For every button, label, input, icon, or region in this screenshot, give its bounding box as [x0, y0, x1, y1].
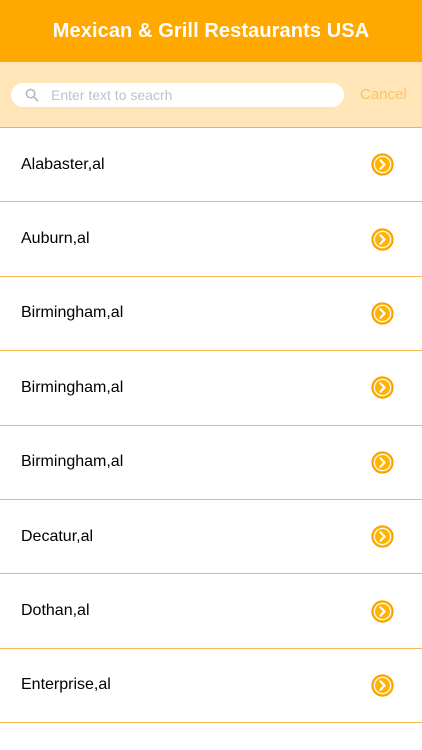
list-item-label: Decatur,al: [21, 527, 94, 545]
search-bar: Cancel: [0, 62, 422, 128]
list-item-label: Alabaster,al: [21, 155, 105, 173]
list-item[interactable]: Decatur,al: [0, 499, 422, 575]
search-input[interactable]: [51, 84, 331, 105]
list-item-label: Birmingham,al: [21, 453, 124, 471]
chevron-right-circle-icon[interactable]: [371, 674, 394, 697]
list-item[interactable]: Birmingham,al: [0, 351, 422, 426]
list-item[interactable]: Birmingham,al: [0, 425, 422, 500]
restaurant-location-list: Alabaster,al Auburn,al Birmingham,al Bir…: [0, 128, 422, 724]
cancel-button[interactable]: Cancel: [360, 86, 407, 103]
chevron-right-circle-icon[interactable]: [371, 153, 394, 176]
chevron-right-circle-icon[interactable]: [371, 599, 394, 623]
list-item[interactable]: Enterprise,al: [0, 648, 422, 724]
app-screen: Mexican & Grill Restaurants USA Cancel A…: [0, 0, 422, 750]
search-field[interactable]: [11, 82, 344, 107]
navigation-bar: Mexican & Grill Restaurants USA: [0, 0, 422, 62]
list-item-label: Dothan,al: [21, 602, 90, 620]
page-title: Mexican & Grill Restaurants USA: [52, 19, 370, 42]
list-item[interactable]: Alabaster,al: [0, 128, 422, 203]
search-icon: [25, 88, 39, 102]
list-item-label: Birmingham,al: [21, 304, 124, 322]
chevron-right-circle-icon[interactable]: [371, 227, 394, 251]
chevron-right-circle-icon[interactable]: [371, 376, 394, 399]
list-item-label: Birmingham,al: [21, 378, 124, 396]
chevron-right-circle-icon[interactable]: [371, 525, 394, 548]
list-item-label: Enterprise,al: [21, 676, 111, 694]
list-item[interactable]: Dothan,al: [0, 574, 422, 649]
list-item[interactable]: Birmingham,al: [0, 276, 422, 352]
chevron-right-circle-icon[interactable]: [371, 302, 394, 325]
chevron-right-circle-icon[interactable]: [371, 451, 394, 474]
list-item-label: Auburn,al: [21, 230, 90, 248]
list-item[interactable]: Auburn,al: [0, 202, 422, 277]
